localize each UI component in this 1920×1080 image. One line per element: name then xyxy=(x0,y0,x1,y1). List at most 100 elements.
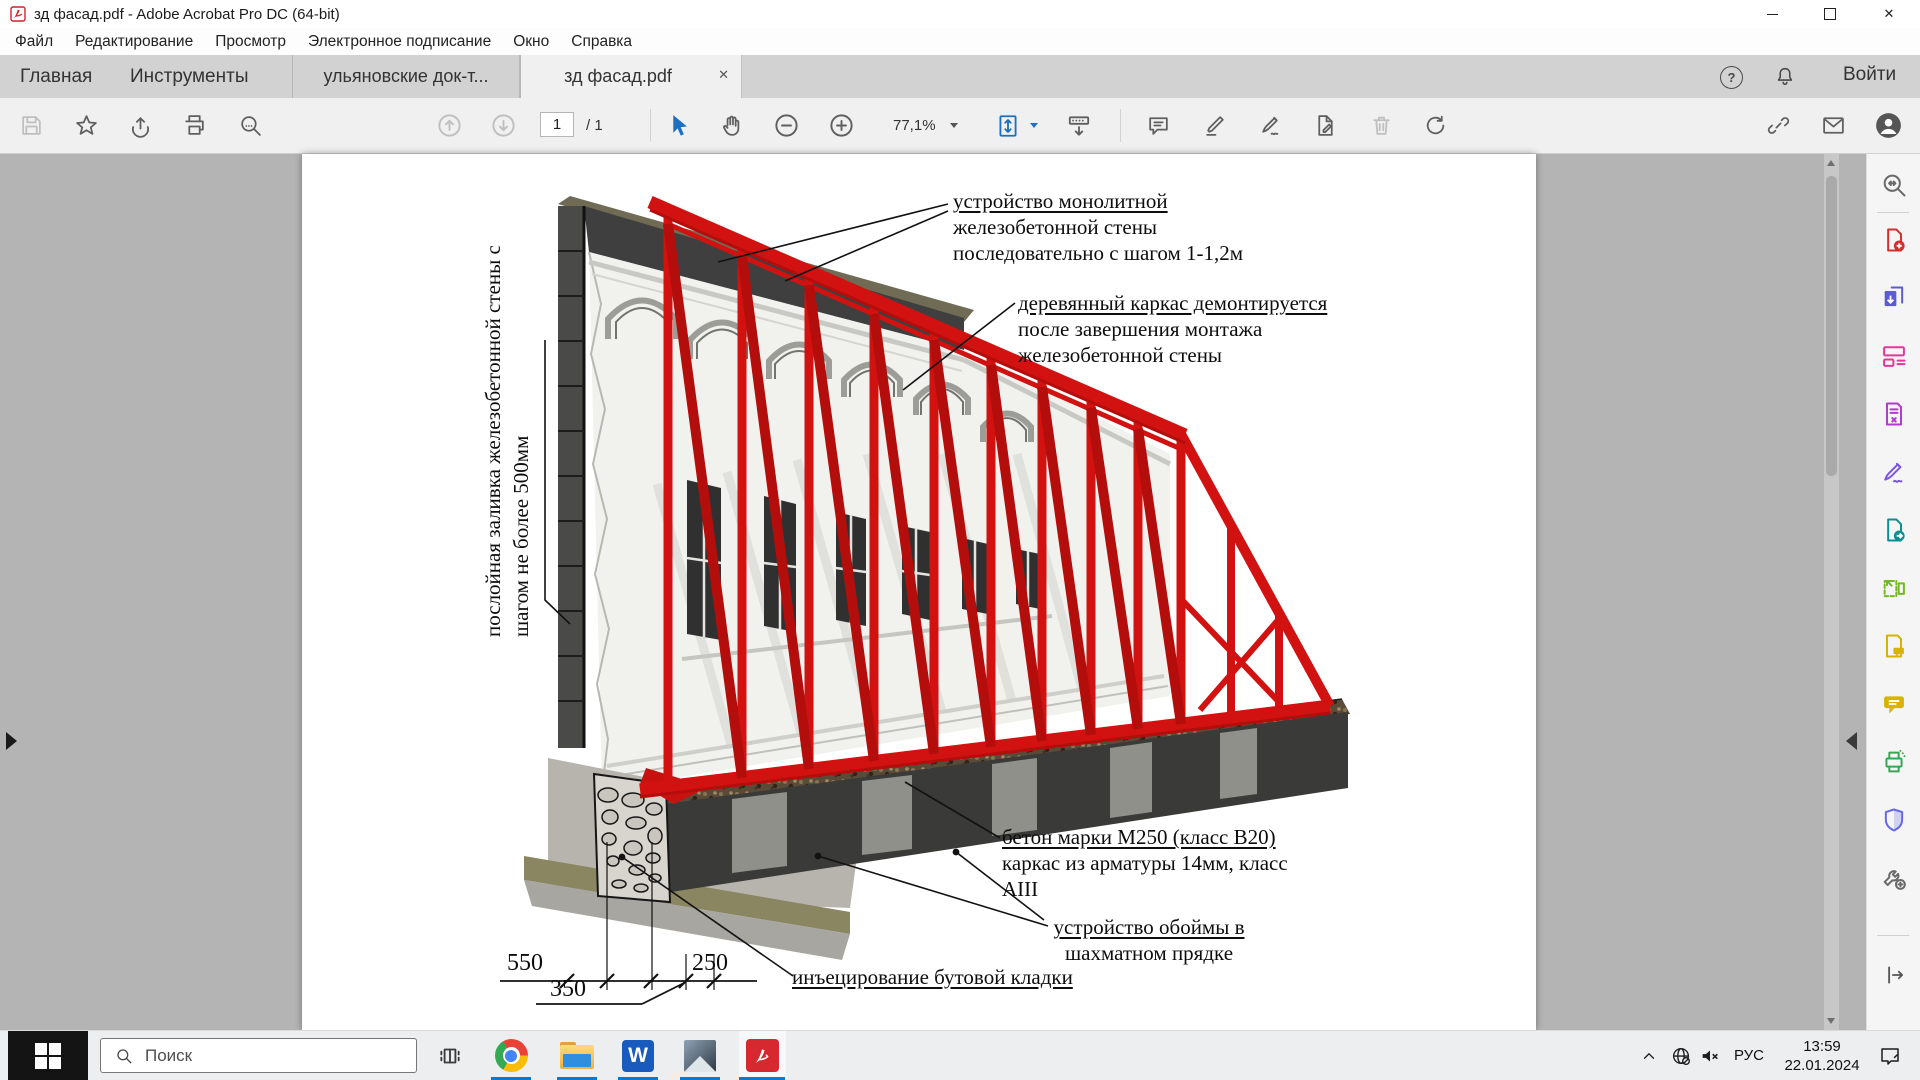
title-bar: зд фасад.pdf - Adobe Acrobat Pro DC (64-… xyxy=(0,0,1920,28)
main-toolbar: / 1 77,1% xyxy=(0,98,1920,154)
tab-home[interactable]: Главная xyxy=(20,55,92,98)
share-icon[interactable] xyxy=(118,98,162,153)
action-center-icon[interactable] xyxy=(1878,1031,1902,1080)
language-indicator[interactable]: РУС xyxy=(1734,1031,1764,1080)
request-signatures-icon[interactable] xyxy=(1880,400,1908,428)
dimension-550: 550 xyxy=(507,950,543,977)
windows-logo-icon xyxy=(35,1043,61,1069)
zoom-out-icon[interactable] xyxy=(764,98,808,153)
hide-toolbar-icon[interactable] xyxy=(1057,98,1101,153)
dimension-250: 250 xyxy=(692,950,728,977)
protect-icon[interactable] xyxy=(1880,806,1908,834)
pdf-page: устройство монолитной железобетонной сте… xyxy=(302,154,1536,1030)
annotation-monolithic-wall: устройство монолитной железобетонной сте… xyxy=(953,188,1243,266)
close-button[interactable]: ✕ xyxy=(1866,0,1912,28)
tab-document-inactive[interactable]: ульяновские док-т... xyxy=(292,55,520,98)
annotation-layered-pour-line2: шагом не более 500мм xyxy=(509,436,534,637)
menu-help[interactable]: Справка xyxy=(560,33,643,51)
help-icon[interactable]: ? xyxy=(1720,66,1743,89)
annotation-clamp: устройство обоймы в шахматном прядке xyxy=(1043,914,1255,966)
previous-page-icon[interactable] xyxy=(427,98,471,153)
photo-viewer-icon[interactable] xyxy=(677,1031,723,1080)
email-icon[interactable] xyxy=(1811,98,1855,153)
print-icon[interactable] xyxy=(172,98,216,153)
date: 22.01.2024 xyxy=(1784,1056,1859,1075)
more-tools-icon[interactable] xyxy=(1880,864,1908,892)
scroll-down-icon[interactable] xyxy=(1827,1018,1835,1024)
menu-edit[interactable]: Редактирование xyxy=(64,33,204,51)
annotation-injection: инъецирование бутовой кладки xyxy=(792,964,1073,990)
comment-icon-tool[interactable] xyxy=(1880,690,1908,718)
acrobat-window: зд фасад.pdf - Adobe Acrobat Pro DC (64-… xyxy=(0,0,1920,1080)
tab-tools[interactable]: Инструменты xyxy=(130,55,248,98)
delete-icon[interactable] xyxy=(1359,98,1403,153)
maximize-button[interactable] xyxy=(1807,0,1853,28)
acrobat-taskbar-icon[interactable] xyxy=(739,1031,785,1080)
page-comment-icon[interactable] xyxy=(1880,632,1908,660)
fit-page-dropdown-icon[interactable] xyxy=(1030,123,1038,128)
menu-bar: Файл Редактирование Просмотр Электронное… xyxy=(0,28,1920,55)
fill-sign-icon[interactable] xyxy=(1880,458,1908,486)
sign-icon[interactable] xyxy=(1248,98,1292,153)
menu-esign[interactable]: Электронное подписание xyxy=(297,33,502,51)
next-page-icon[interactable] xyxy=(481,98,525,153)
scan-ocr-icon[interactable] xyxy=(1880,748,1908,776)
menu-file[interactable]: Файл xyxy=(4,33,64,51)
share-link-icon[interactable] xyxy=(1756,98,1800,153)
create-pdf-icon[interactable] xyxy=(1880,226,1908,254)
clock[interactable]: 13:59 22.01.2024 xyxy=(1786,1031,1858,1080)
dimension-350: 350 xyxy=(550,976,586,1003)
hand-tool-icon[interactable] xyxy=(709,98,753,153)
zoom-in-icon[interactable] xyxy=(819,98,863,153)
window-title: зд фасад.pdf - Adobe Acrobat Pro DC (64-… xyxy=(34,6,340,23)
chrome-icon[interactable] xyxy=(488,1031,534,1080)
page-number-input[interactable] xyxy=(540,112,574,137)
select-tool-icon[interactable] xyxy=(656,98,700,153)
sign-in-button[interactable]: Войти xyxy=(1843,64,1896,86)
network-globe-icon[interactable] xyxy=(1670,1031,1692,1080)
zoom-tool-icon[interactable] xyxy=(1880,171,1908,199)
taskbar-search[interactable] xyxy=(100,1038,417,1073)
file-explorer-icon[interactable] xyxy=(554,1031,600,1080)
tray-chevron-icon[interactable] xyxy=(1640,1031,1658,1080)
edit-page-icon[interactable] xyxy=(1303,98,1347,153)
annotation-concrete-grade: бетон марки М250 (класс В20) каркас из а… xyxy=(1002,824,1288,902)
bell-icon[interactable] xyxy=(1774,65,1796,87)
volume-muted-icon[interactable] xyxy=(1699,1031,1721,1080)
document-canvas: устройство монолитной железобетонной сте… xyxy=(0,154,1866,1030)
task-view-icon[interactable] xyxy=(427,1031,473,1080)
fit-page-icon[interactable] xyxy=(986,98,1030,153)
refresh-icon[interactable] xyxy=(1413,98,1457,153)
search-input[interactable] xyxy=(143,1045,387,1067)
start-button[interactable] xyxy=(8,1031,88,1080)
edit-pdf-icon[interactable] xyxy=(1880,342,1908,370)
zoom-dropdown-icon[interactable] xyxy=(950,123,958,128)
combine-files-icon[interactable] xyxy=(1880,284,1908,312)
scroll-up-icon[interactable] xyxy=(1827,160,1835,166)
close-tab-icon[interactable]: ✕ xyxy=(718,67,729,83)
zoom-level-label[interactable]: 77,1% xyxy=(893,98,936,153)
minimize-button[interactable] xyxy=(1749,0,1795,28)
open-tools-pane-icon[interactable] xyxy=(1846,732,1857,750)
windows-taskbar: W РУС 13:59 22.01.2024 xyxy=(0,1030,1920,1080)
tab-bar: Главная Инструменты ульяновские док-т...… xyxy=(0,55,1920,98)
word-icon[interactable]: W xyxy=(615,1031,661,1080)
time: 13:59 xyxy=(1803,1037,1841,1056)
tab-document-active[interactable]: зд фасад.pdf ✕ xyxy=(520,55,742,98)
vertical-scrollbar[interactable] xyxy=(1824,154,1839,1030)
page-count-label: / 1 xyxy=(586,98,603,153)
save-icon[interactable] xyxy=(9,98,53,153)
expand-tools-icon[interactable] xyxy=(1881,962,1907,988)
find-icon[interactable] xyxy=(228,98,272,153)
scrollbar-thumb[interactable] xyxy=(1826,176,1837,476)
menu-window[interactable]: Окно xyxy=(502,33,560,51)
organize-pages-icon[interactable] xyxy=(1880,574,1908,602)
star-icon[interactable] xyxy=(64,98,108,153)
comment-icon[interactable] xyxy=(1136,98,1180,153)
annotation-layered-pour-line1: послойная заливка железобетонной стены с xyxy=(481,245,506,637)
open-nav-pane-icon[interactable] xyxy=(6,732,17,750)
account-avatar[interactable] xyxy=(1866,98,1910,153)
menu-view[interactable]: Просмотр xyxy=(204,33,297,51)
export-pdf-icon[interactable] xyxy=(1880,516,1908,544)
highlight-icon[interactable] xyxy=(1193,98,1237,153)
